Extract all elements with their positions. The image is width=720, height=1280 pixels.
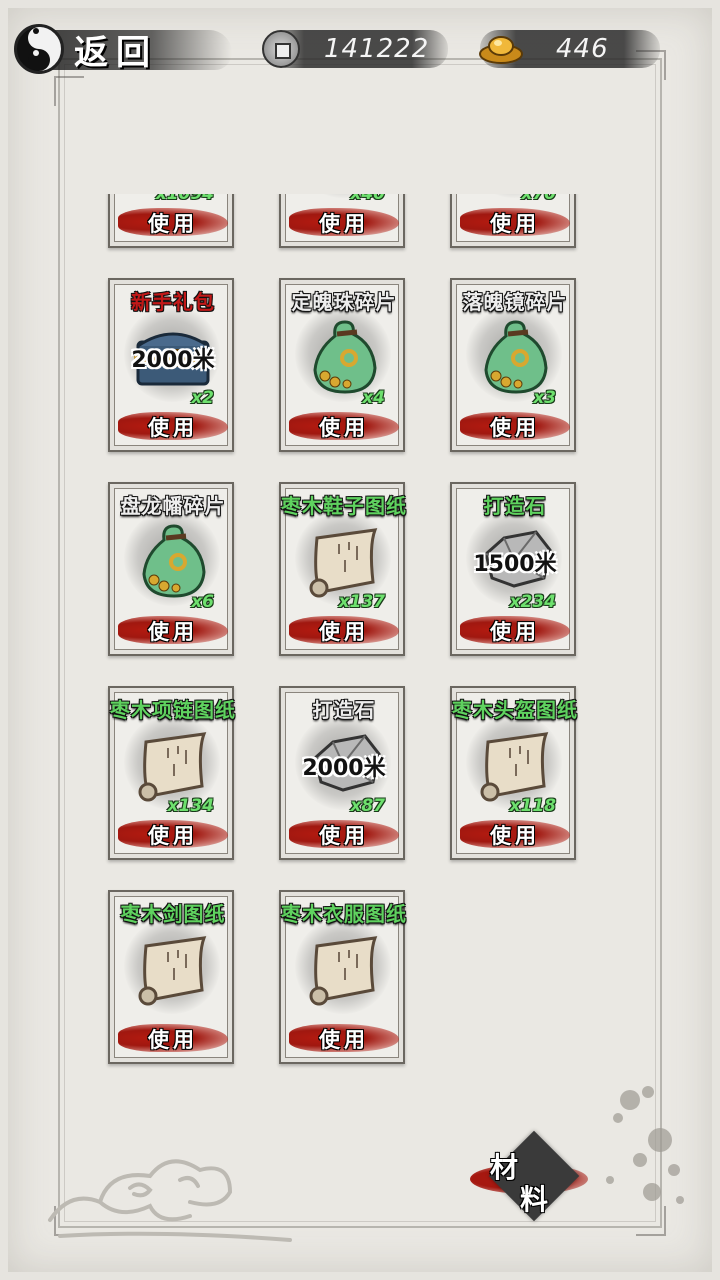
top-bar: 返回 141222 446: [0, 0, 720, 90]
item-card[interactable]: 1000米x70使用: [450, 194, 576, 248]
use-button[interactable]: 使用: [118, 204, 228, 240]
use-button-label: 使用: [319, 211, 369, 236]
item-card[interactable]: 盘龙幡碎片 x6 使用: [108, 482, 234, 656]
item-quantity: x137: [338, 592, 385, 612]
item-card[interactable]: 枣木头盔图纸 x118 使用: [450, 686, 577, 860]
item-name: 枣木鞋子图纸: [281, 494, 407, 518]
use-button-label: 使用: [490, 823, 540, 848]
item-overlay-text: 1500米: [473, 552, 557, 577]
copper-coin-icon: [262, 30, 300, 68]
tab-materials[interactable]: 材 料: [470, 1130, 590, 1222]
item-name: 落魄镜碎片: [462, 290, 568, 314]
tab-label-2: 料: [520, 1183, 549, 1216]
use-button[interactable]: 使用: [289, 816, 399, 852]
item-card[interactable]: 新手礼包 2000米 x2 使用: [108, 278, 234, 452]
item-card[interactable]: 枣木鞋子图纸 x137 使用: [279, 482, 406, 656]
coin-count: 141222: [324, 34, 430, 64]
item-name: 打造石: [483, 494, 547, 518]
item-card[interactable]: 落魄镜碎片 x3 使用: [450, 278, 576, 452]
item-name: 盘龙幡碎片: [120, 494, 226, 518]
item-card[interactable]: 枣木剑图纸 使用: [108, 890, 234, 1064]
item-name: 定魄珠碎片: [291, 290, 397, 314]
use-button[interactable]: 使用: [460, 408, 570, 444]
item-card[interactable]: 枣木项链图纸 x134 使用: [108, 686, 235, 860]
item-quantity: x6: [191, 592, 214, 612]
use-button-label: 使用: [148, 1027, 198, 1052]
item-overlay-text: 2000米: [131, 348, 215, 373]
use-button-label: 使用: [148, 619, 198, 644]
use-button-label: 使用: [319, 415, 369, 440]
item-card[interactable]: 打造石 2000米 x87 使用: [279, 686, 405, 860]
use-button[interactable]: 使用: [289, 1020, 399, 1056]
item-quantity: x40: [350, 194, 385, 204]
use-button[interactable]: 使用: [460, 816, 570, 852]
scroll-icon: [299, 520, 389, 600]
scroll-icon: [470, 724, 560, 804]
inventory-grid: x1094使用x40使用1000米x70使用新手礼包2000米x2使用定魄珠碎片…: [92, 194, 612, 1064]
back-label: 返回: [74, 32, 158, 73]
item-quantity: x118: [509, 796, 556, 816]
gourd-icon: [299, 316, 389, 396]
item-name: 打造石: [312, 698, 376, 722]
item-card[interactable]: x1094 使用: [108, 194, 234, 248]
use-button[interactable]: 使用: [289, 612, 399, 648]
tab-label-1: 材: [490, 1151, 519, 1184]
yinyang-icon-dot: [33, 50, 39, 56]
use-button-label: 使用: [319, 1027, 369, 1052]
scroll-icon: [128, 928, 218, 1008]
use-button[interactable]: 使用: [460, 204, 570, 240]
item-quantity: x234: [509, 592, 556, 612]
ink-splash-ornament: [606, 1086, 684, 1204]
item-quantity: x134: [167, 796, 214, 816]
use-button[interactable]: 使用: [289, 408, 399, 444]
use-button[interactable]: 使用: [460, 612, 570, 648]
cloud-ornament: [48, 1159, 292, 1242]
gold-ingot-icon: [479, 36, 523, 64]
gourd-icon: [470, 316, 560, 396]
item-card[interactable]: x40 使用: [279, 194, 405, 248]
use-button-label: 使用: [148, 823, 198, 848]
use-button[interactable]: 使用: [118, 408, 228, 444]
use-button-label: 使用: [490, 619, 540, 644]
item-card[interactable]: 枣木衣服图纸 使用: [279, 890, 406, 1064]
inventory-scroll-area[interactable]: x1094使用x40使用1000米x70使用新手礼包2000米x2使用定魄珠碎片…: [92, 194, 612, 1088]
scroll-icon: [299, 928, 389, 1008]
yinyang-icon: [14, 24, 64, 74]
item-quantity: x4: [362, 388, 385, 408]
use-button[interactable]: 使用: [118, 816, 228, 852]
gourd-icon: [128, 520, 218, 600]
use-button-label: 使用: [319, 823, 369, 848]
use-button-label: 使用: [490, 415, 540, 440]
use-button-label: 使用: [148, 415, 198, 440]
item-quantity: x87: [350, 796, 385, 816]
back-button[interactable]: 返回: [14, 20, 232, 78]
use-button[interactable]: 使用: [118, 612, 228, 648]
item-name: 新手礼包: [131, 290, 215, 314]
item-overlay-text: 2000米: [302, 756, 386, 781]
item-card[interactable]: 打造石 1500米 x234 使用: [450, 482, 576, 656]
gold-count: 446: [556, 34, 609, 64]
use-button[interactable]: 使用: [289, 204, 399, 240]
use-button-label: 使用: [319, 619, 369, 644]
item-quantity: x70: [521, 194, 556, 204]
item-name: 枣木项链图纸: [110, 698, 236, 722]
item-quantity: x2: [191, 388, 214, 408]
item-name: 枣木剑图纸: [120, 902, 226, 926]
scroll-icon: [128, 724, 218, 804]
use-button[interactable]: 使用: [118, 1020, 228, 1056]
yinyang-icon-dot: [33, 28, 39, 34]
item-name: 枣木头盔图纸: [452, 698, 578, 722]
item-quantity: x3: [533, 388, 556, 408]
use-button-label: 使用: [148, 211, 198, 236]
use-button-label: 使用: [490, 211, 540, 236]
item-name: 枣木衣服图纸: [281, 902, 407, 926]
item-card[interactable]: 定魄珠碎片 x4 使用: [279, 278, 405, 452]
item-quantity: x1094: [155, 194, 214, 204]
